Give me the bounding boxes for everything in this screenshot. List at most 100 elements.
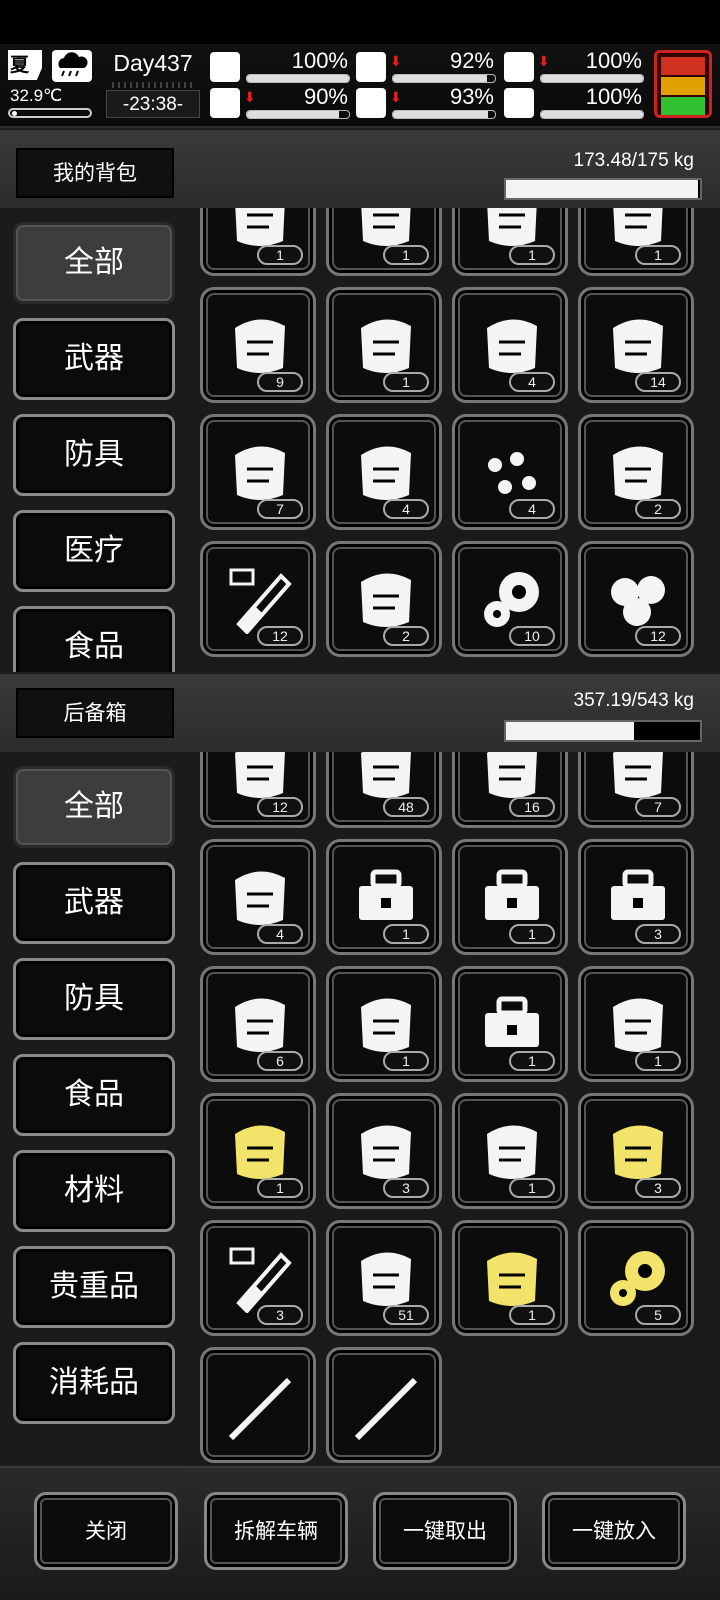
- category-tab[interactable]: 防具: [13, 958, 175, 1040]
- body-armor-icon: [613, 998, 663, 1052]
- item-slot[interactable]: 4: [326, 414, 442, 530]
- item-count: 1: [383, 245, 429, 265]
- rain-cloud-icon: [52, 50, 92, 82]
- category-tab[interactable]: 防具: [13, 414, 175, 496]
- item-count: 1: [383, 372, 429, 392]
- item-count: 51: [383, 1305, 429, 1325]
- item-slot[interactable]: 2: [578, 414, 694, 530]
- store-all-button[interactable]: 一键放入: [542, 1492, 686, 1570]
- item-slot[interactable]: 1: [578, 966, 694, 1082]
- item-count: 1: [509, 924, 555, 944]
- item-slot[interactable]: 1: [326, 966, 442, 1082]
- item-slot[interactable]: 9: [200, 287, 316, 403]
- item-slot[interactable]: 51: [326, 1220, 442, 1336]
- stat-value: 100%: [585, 48, 642, 73]
- item-count: 1: [635, 1051, 681, 1071]
- item-slot[interactable]: 5: [578, 1220, 694, 1336]
- storage-item-grid[interactable]: 12 48 16 7 4 1 1 3 6 1 1 1 1 3 1 3 3 51 1 5: [188, 752, 720, 1466]
- yellow-cylinder-icon: [487, 1252, 537, 1306]
- item-slot[interactable]: 6: [200, 966, 316, 1082]
- heart-icon: [504, 88, 534, 118]
- storage-weight-bar: [504, 720, 702, 742]
- take-all-button[interactable]: 一键取出: [373, 1492, 517, 1570]
- stat-bar: [540, 74, 644, 83]
- alert-indicator[interactable]: [654, 50, 712, 118]
- item-count: 3: [635, 924, 681, 944]
- category-tab[interactable]: 全部: [13, 222, 175, 304]
- backpack-weight: 173.48/175 kg: [573, 150, 694, 171]
- item-count: 7: [257, 499, 303, 519]
- machine-parts-icon: [361, 1252, 411, 1306]
- item-count: 1: [509, 1305, 555, 1325]
- toolbox-icon: [485, 869, 539, 920]
- bread-icon: [361, 1125, 411, 1179]
- game-clock: -23:38-: [106, 90, 200, 118]
- category-tab[interactable]: 医疗: [13, 510, 175, 592]
- category-tab[interactable]: 武器: [13, 862, 175, 944]
- category-tab[interactable]: 武器: [13, 318, 175, 400]
- stat-vitality: 100%: [504, 84, 644, 120]
- item-slot[interactable]: [326, 1347, 442, 1463]
- torn-shirt-icon: [235, 319, 285, 373]
- item-slot[interactable]: 12: [200, 752, 316, 828]
- category-tab[interactable]: 消耗品: [13, 1342, 175, 1424]
- item-count: 4: [383, 499, 429, 519]
- item-count: 3: [383, 1178, 429, 1198]
- item-count: 2: [383, 626, 429, 646]
- category-tab[interactable]: 贵重品: [13, 1246, 175, 1328]
- item-slot[interactable]: 14: [578, 287, 694, 403]
- item-slot[interactable]: 3: [326, 1093, 442, 1209]
- item-slot[interactable]: 1: [200, 208, 316, 276]
- item-slot[interactable]: 1: [452, 1093, 568, 1209]
- category-tab[interactable]: 食品: [13, 1054, 175, 1136]
- item-slot[interactable]: 4: [452, 287, 568, 403]
- decrease-arrow-icon: ⬇: [390, 54, 402, 70]
- item-slot[interactable]: 12: [200, 541, 316, 657]
- capsule-icon: [504, 52, 534, 82]
- item-slot[interactable]: 1: [452, 1220, 568, 1336]
- category-tab[interactable]: 材料: [13, 1150, 175, 1232]
- item-count: 4: [509, 499, 555, 519]
- category-tab[interactable]: 食品: [13, 606, 175, 672]
- item-slot[interactable]: 4: [452, 414, 568, 530]
- item-count: 4: [257, 924, 303, 944]
- item-slot[interactable]: 7: [578, 752, 694, 828]
- item-slot[interactable]: 10: [452, 541, 568, 657]
- item-count: 7: [635, 797, 681, 817]
- item-slot[interactable]: 2: [326, 541, 442, 657]
- item-slot[interactable]: 1: [452, 966, 568, 1082]
- category-tab[interactable]: 全部: [13, 766, 175, 848]
- backpack-item-grid[interactable]: 1 1 1 1 9 1 4 14 7 4 4 2 12 2 10 12: [188, 208, 720, 672]
- item-slot[interactable]: 12: [578, 541, 694, 657]
- soldering-iron-icon: [487, 319, 537, 373]
- item-slot[interactable]: 1: [200, 1093, 316, 1209]
- item-count: 48: [383, 797, 429, 817]
- item-slot[interactable]: 7: [200, 414, 316, 530]
- item-slot[interactable]: 16: [452, 752, 568, 828]
- item-slot[interactable]: [200, 1347, 316, 1463]
- season-badge: 夏: [8, 50, 42, 80]
- item-slot[interactable]: 1: [578, 208, 694, 276]
- toolbox-icon: [611, 869, 665, 920]
- close-button[interactable]: 关闭: [34, 1492, 178, 1570]
- item-slot[interactable]: 48: [326, 752, 442, 828]
- item-slot[interactable]: 1: [452, 208, 568, 276]
- decrease-arrow-icon: ⬇: [390, 90, 402, 106]
- berries-icon: [488, 452, 536, 494]
- stat-bar: [246, 110, 350, 119]
- item-slot[interactable]: 4: [200, 839, 316, 955]
- temperature-gauge: [8, 108, 92, 118]
- item-count: 6: [257, 1051, 303, 1071]
- tube-roll-icon: [235, 446, 285, 500]
- item-slot[interactable]: 3: [578, 1093, 694, 1209]
- item-slot[interactable]: 1: [452, 839, 568, 955]
- item-slot[interactable]: 1: [326, 839, 442, 955]
- item-slot[interactable]: 3: [578, 839, 694, 955]
- storage-panel: 全部 武器 防具 食品 材料 贵重品 消耗品 12 48 16 7 4 1 1 3 6 1 1 1 1 3 1 3 3 51 1…: [0, 752, 720, 1466]
- storage-title: 后备箱: [16, 688, 174, 738]
- item-slot[interactable]: 1: [326, 208, 442, 276]
- dismantle-vehicle-button[interactable]: 拆解车辆: [204, 1492, 348, 1570]
- item-slot[interactable]: 3: [200, 1220, 316, 1336]
- stat-mood: ⬇ 100%: [504, 48, 644, 84]
- item-slot[interactable]: 1: [326, 287, 442, 403]
